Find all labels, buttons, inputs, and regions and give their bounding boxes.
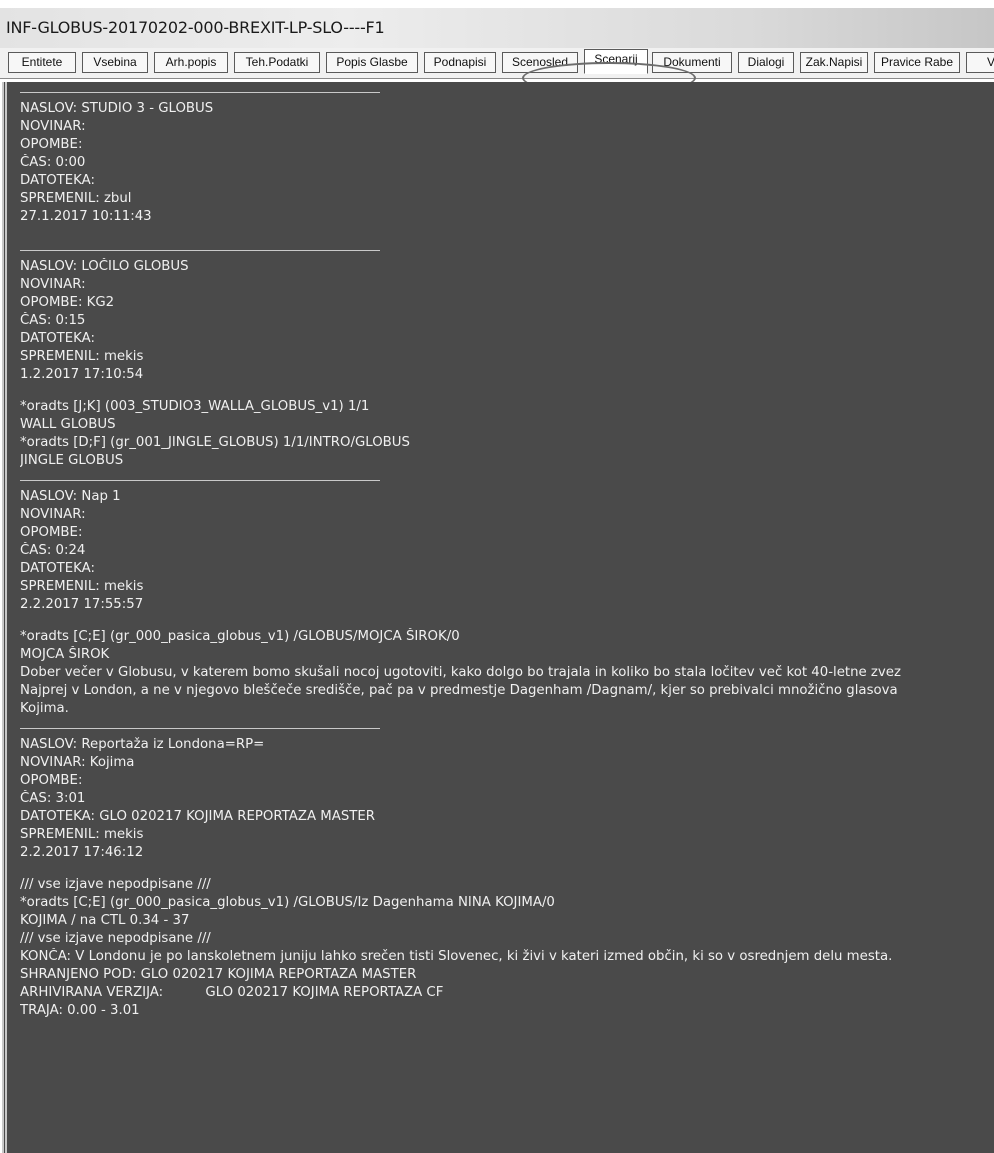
segment-header: NASLOV: STUDIO 3 - GLOBUS NOVINAR: OPOMB…	[20, 100, 994, 226]
script-line: MOJCA ŠIROK	[20, 647, 110, 662]
segment-notes: OPOMBE:	[20, 773, 83, 788]
tab-scenosled[interactable]: Scenosled	[502, 52, 578, 73]
segment-time: ČAS: 0:15	[20, 313, 86, 328]
segment-timestamp: 2.2.2017 17:55:57	[20, 597, 144, 612]
script-line: *oradts [C;E] (gr_000_pasica_globus_v1) …	[20, 629, 460, 644]
segment-title: NASLOV: STUDIO 3 - GLOBUS	[20, 101, 214, 116]
script-line: KOJIMA / na CTL 0.34 - 37	[20, 913, 190, 928]
segment-header: NASLOV: LOČILO GLOBUS NOVINAR: OPOMBE: K…	[20, 258, 994, 384]
script-line: /// vse izjave nepodpisane ///	[20, 877, 211, 892]
title-bar: INF-GLOBUS-20170202-000-BREXIT-LP-SLO---…	[0, 8, 994, 48]
segment-file: DATOTEKA:	[20, 173, 96, 188]
segment-modified-by: SPREMENIL: mekis	[20, 827, 144, 842]
tab-podnapisi[interactable]: Podnapisi	[424, 52, 496, 73]
segment-time: ČAS: 0:00	[20, 155, 86, 170]
segment-header: NASLOV: Reportaža iz Londona=RP= NOVINAR…	[20, 736, 994, 862]
segment-journalist: NOVINAR:	[20, 119, 86, 134]
segment-title: NASLOV: Nap 1	[20, 489, 121, 504]
tab-popis-glasbe[interactable]: Popis Glasbe	[326, 52, 418, 73]
tab-overflow-v[interactable]: V	[966, 52, 994, 73]
segment-body: *oradts [J;K] (003_STUDIO3_WALLA_GLOBUS_…	[20, 398, 994, 470]
segment-modified-by: SPREMENIL: mekis	[20, 349, 144, 364]
segment-time: ČAS: 0:24	[20, 543, 86, 558]
script-line: Dober večer v Globusu, v katerem bomo sk…	[20, 665, 901, 680]
segment-modified-by: SPREMENIL: zbul	[20, 191, 132, 206]
script-line: *oradts [D;F] (gr_001_JINGLE_GLOBUS) 1/1…	[20, 435, 410, 450]
tab-bar: Entitete Vsebina Arh.popis Teh.Podatki P…	[0, 48, 994, 79]
tab-pravice-rabe[interactable]: Pravice Rabe	[874, 52, 960, 73]
segment-body: /// vse izjave nepodpisane /// *oradts […	[20, 876, 994, 1020]
segment-separator	[20, 250, 380, 251]
segment-journalist: NOVINAR: Kojima	[20, 755, 135, 770]
tab-entitete[interactable]: Entitete	[8, 52, 76, 73]
script-line: KONČA: V Londonu je po lanskoletnem juni…	[20, 949, 893, 964]
script-text: NASLOV: STUDIO 3 - GLOBUS NOVINAR: OPOMB…	[20, 82, 994, 1020]
window-title: INF-GLOBUS-20170202-000-BREXIT-LP-SLO---…	[6, 18, 385, 37]
script-line: ARHIVIRANA VERZIJA: GLO 020217 KOJIMA RE…	[20, 985, 444, 1000]
segment-title: NASLOV: Reportaža iz Londona=RP=	[20, 737, 265, 752]
segment-separator	[20, 728, 380, 729]
script-line: /// vse izjave nepodpisane ///	[20, 931, 211, 946]
segment-notes: OPOMBE: KG2	[20, 295, 115, 310]
segment-separator	[20, 92, 380, 93]
script-line: JINGLE GLOBUS	[20, 453, 124, 468]
script-line: SHRANJENO POD: GLO 020217 KOJIMA REPORTA…	[20, 967, 417, 982]
tab-dokumenti[interactable]: Dokumenti	[652, 52, 732, 73]
segment-header: NASLOV: Nap 1 NOVINAR: OPOMBE: ČAS: 0:24…	[20, 488, 994, 614]
script-line: Kojima.	[20, 701, 69, 716]
segment-timestamp: 1.2.2017 17:10:54	[20, 367, 144, 382]
segment-timestamp: 27.1.2017 10:11:43	[20, 209, 152, 224]
tab-arh-popis[interactable]: Arh.popis	[154, 52, 228, 73]
segment-title: NASLOV: LOČILO GLOBUS	[20, 259, 189, 274]
segment-file: DATOTEKA:	[20, 561, 96, 576]
segment-modified-by: SPREMENIL: mekis	[20, 579, 144, 594]
tab-zak-napisi[interactable]: Zak.Napisi	[800, 52, 868, 73]
segment-time: ČAS: 3:01	[20, 791, 86, 806]
tab-teh-podatki[interactable]: Teh.Podatki	[234, 52, 320, 73]
script-line: Najprej v London, a ne v njegovo bleščeč…	[20, 683, 898, 698]
tab-dialogi[interactable]: Dialogi	[738, 52, 794, 73]
segment-timestamp: 2.2.2017 17:46:12	[20, 845, 144, 860]
segment-notes: OPOMBE:	[20, 525, 83, 540]
application-window: INF-GLOBUS-20170202-000-BREXIT-LP-SLO---…	[0, 0, 994, 1153]
segment-journalist: NOVINAR:	[20, 277, 86, 292]
tab-scenarij[interactable]: Scenarij	[584, 49, 648, 74]
segment-journalist: NOVINAR:	[20, 507, 86, 522]
script-line: *oradts [J;K] (003_STUDIO3_WALLA_GLOBUS_…	[20, 399, 370, 414]
script-line: WALL GLOBUS	[20, 417, 116, 432]
segment-file: DATOTEKA: GLO 020217 KOJIMA REPORTAZA MA…	[20, 809, 376, 824]
tab-vsebina[interactable]: Vsebina	[82, 52, 148, 73]
segment-separator	[20, 480, 380, 481]
segment-file: DATOTEKA:	[20, 331, 96, 346]
segment-notes: OPOMBE:	[20, 137, 83, 152]
script-line: TRAJA: 0.00 - 3.01	[20, 1003, 140, 1018]
script-line: *oradts [C;E] (gr_000_pasica_globus_v1) …	[20, 895, 555, 910]
script-panel[interactable]: NASLOV: STUDIO 3 - GLOBUS NOVINAR: OPOMB…	[2, 82, 994, 1153]
segment-body: *oradts [C;E] (gr_000_pasica_globus_v1) …	[20, 628, 994, 718]
